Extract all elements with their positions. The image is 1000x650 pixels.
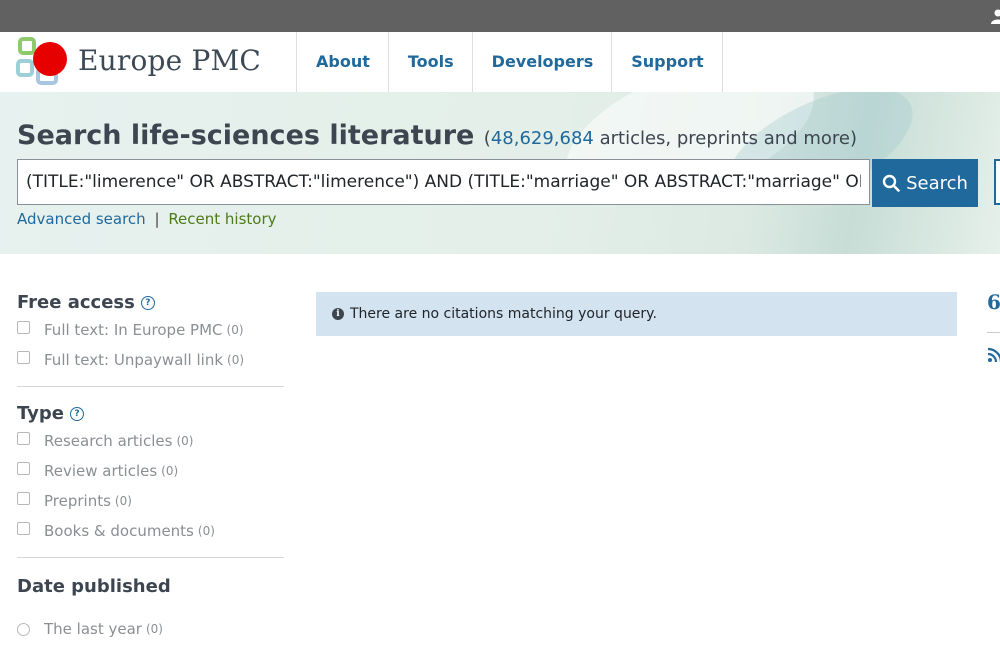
search-input-wrapper[interactable] [17,159,870,205]
info-icon: i [332,308,344,320]
facet-title-free-access: Free access ? [17,292,285,313]
facet-option-label: Research articles [44,432,173,450]
search-sub-links: Advanced search | Recent history [17,210,277,228]
nav-about[interactable]: About [296,32,388,92]
advanced-search-link[interactable]: Advanced search [17,210,146,228]
checkbox[interactable] [17,320,30,334]
article-count: (48,629,684 articles, preprints and more… [484,128,857,149]
search-hero: Search life-sciences literature (48,629,… [0,92,1000,254]
facet-option-count: (0) [161,464,179,478]
facet-option[interactable]: Full text: Unpaywall link (0) [17,345,285,375]
checkbox[interactable] [17,491,30,505]
rss-icon[interactable] [987,347,1000,363]
nav-support[interactable]: Support [611,32,723,92]
facet-title-text: Free access [17,292,135,313]
right-toolbar: 66 [987,292,1000,367]
count-open: ( [483,128,491,149]
user-icon[interactable] [990,8,1000,24]
recent-history-link[interactable]: Recent history [168,210,276,228]
facet-title-text: Type [17,403,64,424]
article-count-value[interactable]: 48,629,684 [491,128,594,149]
link-separator: | [154,210,160,228]
facet-option-label: Full text: Unpaywall link [44,351,224,369]
toolbar-divider [987,332,1000,333]
facet-option-label: Review articles [44,462,158,480]
facet-option-label: Preprints [44,492,111,510]
facet-option-label: The last year [44,620,142,638]
facet-title-type: Type ? [17,403,285,424]
checkbox[interactable] [17,461,30,475]
facet-option-count: (0) [145,622,163,636]
page-title-text: Search life-sciences literature [17,120,475,151]
facet-option-count: (0) [176,434,194,448]
facet-title-text: Date published [17,576,171,597]
facet-option[interactable]: Full text: In Europe PMC (0) [17,315,285,345]
facet-option[interactable]: Books & documents (0) [17,516,285,546]
search-input[interactable] [18,160,869,204]
facet-option-label: Full text: In Europe PMC [44,321,223,339]
top-utility-bar [0,0,1000,32]
filter-sidebar: Free access ? Full text: In Europe PMC (… [17,254,285,644]
count-suffix: articles, preprints and more) [593,128,858,149]
europe-pmc-logo[interactable] [16,35,68,89]
facet-option-count: (0) [114,494,132,508]
brand-name[interactable]: Europe PMC [78,44,261,77]
facet-option-count: (0) [226,323,244,337]
checkbox[interactable] [17,350,30,364]
main-nav: About Tools Developers Support [296,32,723,92]
search-button[interactable]: Search [872,159,978,207]
search-icon [882,174,900,192]
quote-icon[interactable]: 66 [987,292,1000,312]
checkbox[interactable] [17,431,30,445]
search-button-label: Search [906,172,968,194]
nav-developers[interactable]: Developers [471,32,612,92]
facet-option[interactable]: The last year (0) [17,614,285,644]
facet-title-date-published: Date published [17,576,285,597]
facet-option-label: Books & documents [44,522,194,540]
help-icon[interactable]: ? [69,406,84,421]
no-results-notice: i There are no citations matching your q… [316,292,957,336]
site-header: Europe PMC About Tools Developers Suppor… [0,32,1000,93]
facet-option[interactable]: Research articles (0) [17,426,285,456]
saved-search-button[interactable] [994,159,1000,205]
facet-option-count: (0) [227,353,245,367]
facet-option[interactable]: Review articles (0) [17,456,285,486]
page-title: Search life-sciences literature (48,629,… [17,120,857,151]
nav-tools[interactable]: Tools [387,32,472,92]
facet-option[interactable]: Preprints (0) [17,486,285,516]
facet-option-count: (0) [197,524,215,538]
notice-text: There are no citations matching your que… [350,306,657,322]
help-icon[interactable]: ? [140,295,155,310]
radio-button[interactable] [17,622,30,636]
checkbox[interactable] [17,521,30,535]
